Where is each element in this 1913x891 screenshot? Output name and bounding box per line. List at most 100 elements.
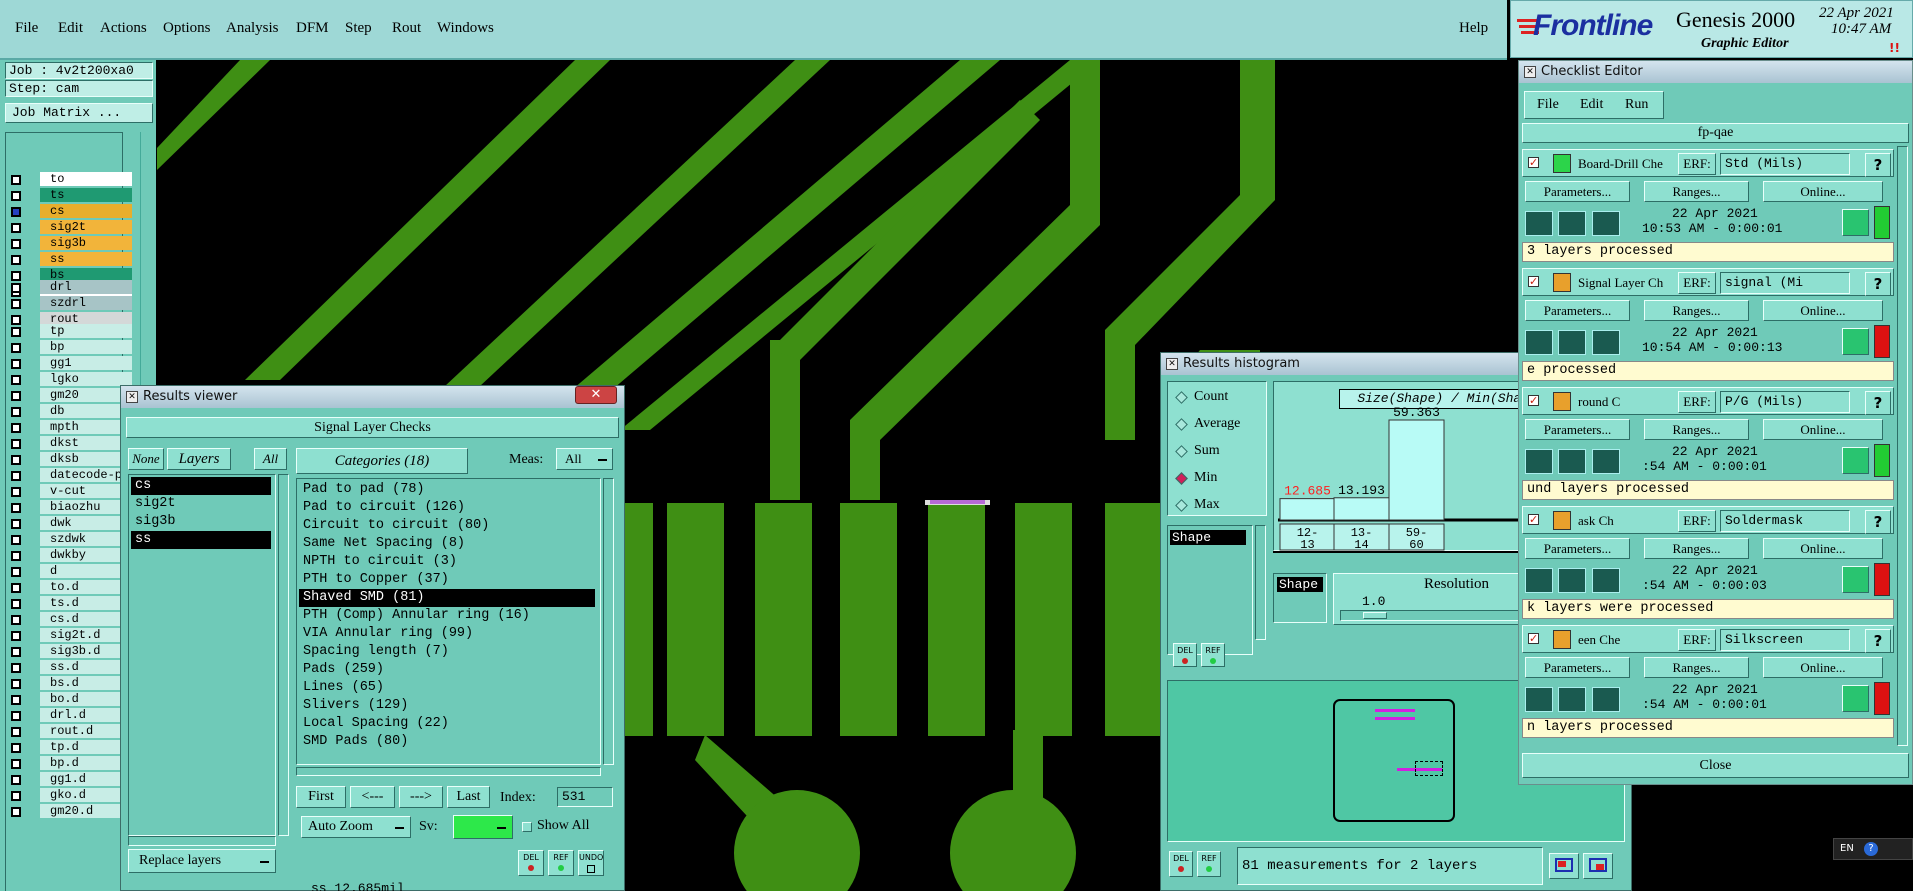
- parameters-button[interactable]: Parameters...: [1525, 419, 1630, 440]
- ranges-button[interactable]: Ranges...: [1644, 419, 1749, 440]
- layer-row[interactable]: db: [8, 404, 132, 419]
- layer-checkbox[interactable]: [11, 759, 21, 769]
- layer-name[interactable]: db: [40, 404, 132, 418]
- layer-name[interactable]: to.d: [40, 580, 132, 594]
- preview-ref-button[interactable]: REF: [1197, 851, 1221, 877]
- zoom-area-icon[interactable]: [1583, 853, 1613, 879]
- layers-scrollbar[interactable]: [278, 474, 289, 836]
- layer-row[interactable]: gg1.d: [8, 772, 132, 787]
- erf-field[interactable]: P/G (Mils): [1720, 391, 1850, 413]
- preview-del-button[interactable]: DEL: [1169, 851, 1193, 877]
- layer-checkbox[interactable]: [11, 615, 21, 625]
- layer-row[interactable]: bp: [8, 340, 132, 355]
- layer-row[interactable]: rout.d: [8, 724, 132, 739]
- radio-diamond-icon[interactable]: [1175, 391, 1188, 404]
- category-list-item[interactable]: Spacing length (7): [299, 643, 595, 661]
- radio-diamond-icon[interactable]: [1175, 472, 1188, 485]
- layer-checkbox[interactable]: [11, 679, 21, 689]
- layer-list-item[interactable]: sig2t: [131, 495, 271, 513]
- ref-button[interactable]: REF: [548, 850, 574, 876]
- layer-row[interactable]: gko.d: [8, 788, 132, 803]
- check-enabled-checkbox[interactable]: ✓: [1528, 157, 1539, 168]
- layer-checkbox[interactable]: [11, 283, 21, 293]
- category-list-item[interactable]: Slivers (129): [299, 697, 595, 715]
- erf-field[interactable]: Soldermask: [1720, 510, 1850, 532]
- checklist-titlebar[interactable]: ✕ Checklist Editor: [1519, 61, 1912, 83]
- layer-name[interactable]: ss: [40, 252, 132, 266]
- none-button[interactable]: None: [128, 448, 164, 470]
- checklist-scrollbar[interactable]: [1897, 146, 1908, 746]
- run-step-icon[interactable]: [1558, 211, 1586, 236]
- undo-button[interactable]: UNDO: [578, 850, 604, 876]
- layer-name[interactable]: bo.d: [40, 692, 132, 706]
- ranges-button[interactable]: Ranges...: [1644, 538, 1749, 559]
- prev-button[interactable]: <---: [350, 786, 395, 808]
- ranges-button[interactable]: Ranges...: [1644, 657, 1749, 678]
- online-button[interactable]: Online...: [1763, 657, 1883, 678]
- category-list-item[interactable]: NPTH to circuit (3): [299, 553, 595, 571]
- category-list-item[interactable]: VIA Annular ring (99): [299, 625, 595, 643]
- layer-name[interactable]: gko.d: [40, 788, 132, 802]
- layer-name[interactable]: sig2t.d: [40, 628, 132, 642]
- meas-dropdown[interactable]: All: [556, 448, 613, 470]
- zoom-results-icon[interactable]: [1842, 328, 1869, 355]
- menu-options[interactable]: Options: [163, 20, 211, 37]
- auto-zoom-dropdown[interactable]: Auto Zoom: [301, 816, 411, 838]
- stop-icon[interactable]: [1592, 211, 1620, 236]
- check-enabled-checkbox[interactable]: ✓: [1528, 514, 1539, 525]
- layer-row[interactable]: gm20.d: [8, 804, 132, 819]
- zoom-fit-icon[interactable]: [1549, 853, 1579, 879]
- layer-row[interactable]: dwkby: [8, 548, 132, 563]
- layer-checkbox[interactable]: [11, 391, 21, 401]
- close-button[interactable]: ✕: [575, 386, 617, 404]
- layer-name[interactable]: ss.d: [40, 660, 132, 674]
- layer-name[interactable]: szdrl: [40, 296, 132, 310]
- categories-tab[interactable]: Categories (18): [296, 448, 468, 474]
- layer-checkbox[interactable]: [11, 631, 21, 641]
- layer-name[interactable]: drl.d: [40, 708, 132, 722]
- layer-name[interactable]: gm20: [40, 388, 132, 402]
- shape-selector[interactable]: Shape: [1273, 573, 1327, 623]
- check-enabled-checkbox[interactable]: ✓: [1528, 633, 1539, 644]
- radio-diamond-icon[interactable]: [1175, 418, 1188, 431]
- category-list-item[interactable]: Same Net Spacing (8): [299, 535, 595, 553]
- layer-row[interactable]: ss: [8, 252, 132, 267]
- layer-checkbox[interactable]: [11, 551, 21, 561]
- run-step-icon[interactable]: [1558, 330, 1586, 355]
- aggregate-option[interactable]: Average: [1174, 415, 1264, 435]
- layer-row[interactable]: drl: [8, 280, 132, 295]
- layer-checkbox[interactable]: [11, 711, 21, 721]
- histogram-bar[interactable]: [1333, 497, 1390, 521]
- layer-row[interactable]: biaozhu: [8, 500, 132, 515]
- layer-row[interactable]: tp: [8, 324, 132, 339]
- layer-name[interactable]: dksb: [40, 452, 132, 466]
- check-help-button[interactable]: ?: [1865, 629, 1891, 653]
- layer-checkbox[interactable]: [11, 519, 21, 529]
- layer-name[interactable]: ts: [40, 188, 132, 202]
- layer-checkbox[interactable]: [11, 567, 21, 577]
- layer-checkbox[interactable]: [11, 455, 21, 465]
- run-icon[interactable]: [1525, 330, 1553, 355]
- layer-row[interactable]: szdwk: [8, 532, 132, 547]
- online-button[interactable]: Online...: [1763, 300, 1883, 321]
- zoom-results-icon[interactable]: [1842, 209, 1869, 236]
- layer-checkbox[interactable]: [11, 407, 21, 417]
- layer-row[interactable]: gm20: [8, 388, 132, 403]
- layer-name[interactable]: szdwk: [40, 532, 132, 546]
- parameters-button[interactable]: Parameters...: [1525, 181, 1630, 202]
- layer-name[interactable]: sig3b: [40, 236, 132, 250]
- shape-list-item[interactable]: Shape: [1170, 530, 1246, 545]
- del-button[interactable]: DEL: [518, 850, 544, 876]
- layer-checkbox[interactable]: [11, 207, 21, 217]
- layer-row[interactable]: mpth: [8, 420, 132, 435]
- layer-row[interactable]: datecode-p: [8, 468, 132, 483]
- layer-row[interactable]: lgko: [8, 372, 132, 387]
- run-icon[interactable]: [1525, 568, 1553, 593]
- layer-name[interactable]: gg1.d: [40, 772, 132, 786]
- layer-name[interactable]: biaozhu: [40, 500, 132, 514]
- layer-checkbox[interactable]: [11, 423, 21, 433]
- layer-name[interactable]: ts.d: [40, 596, 132, 610]
- categories-scrollbar[interactable]: [603, 478, 614, 765]
- menu-actions[interactable]: Actions: [100, 20, 147, 37]
- help-icon[interactable]: ?: [1864, 842, 1878, 856]
